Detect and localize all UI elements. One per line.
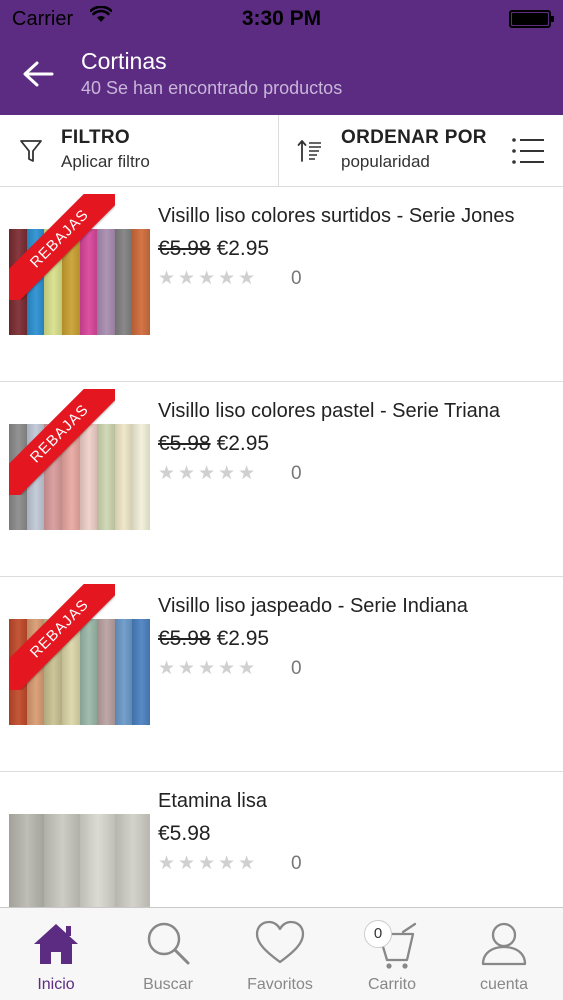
fabric-swatch bbox=[114, 229, 134, 335]
product-price: €5.98 €2.95 bbox=[158, 627, 269, 651]
fabric-swatch bbox=[79, 814, 116, 907]
fabric-swatch bbox=[132, 229, 150, 335]
tab-cuenta[interactable]: cuenta bbox=[448, 908, 560, 1000]
product-name: Etamina lisa bbox=[158, 790, 267, 812]
product-item[interactable]: REBAJAS Visillo liso colores pastel - Se… bbox=[0, 382, 563, 577]
fabric-swatch bbox=[9, 814, 46, 907]
tab-inicio[interactable]: Inicio bbox=[0, 908, 112, 1000]
page-title: Cortinas bbox=[81, 48, 167, 74]
product-list: REBAJAS Visillo liso colores surtidos - … bbox=[0, 187, 563, 907]
product-image bbox=[9, 814, 150, 907]
cart-count-badge: 0 bbox=[364, 920, 392, 948]
sort-title: ORDENAR POR bbox=[341, 127, 487, 148]
sort-button[interactable]: ORDENAR POR popularidad bbox=[280, 115, 563, 187]
tab-bar: Inicio Buscar Favoritos 0 Carrito cuenta bbox=[0, 907, 563, 1000]
sale-ribbon: REBAJAS bbox=[9, 194, 115, 300]
old-price: €5.98 bbox=[158, 237, 211, 260]
tab-label: Buscar bbox=[143, 976, 193, 993]
list-view-icon[interactable] bbox=[511, 133, 545, 169]
rating-count: 0 bbox=[291, 463, 302, 484]
product-price: €5.98 €2.95 bbox=[158, 237, 269, 261]
tab-favoritos[interactable]: Favoritos bbox=[224, 908, 336, 1000]
back-button[interactable] bbox=[18, 54, 58, 94]
filter-subtitle: Aplicar filtro bbox=[61, 152, 150, 171]
tab-buscar[interactable]: Buscar bbox=[112, 908, 224, 1000]
tab-label: Inicio bbox=[37, 976, 75, 993]
fabric-swatch bbox=[114, 619, 134, 725]
tab-carrito[interactable]: 0 Carrito bbox=[336, 908, 448, 1000]
product-name: Visillo liso colores surtidos - Serie Jo… bbox=[158, 205, 515, 227]
rating-stars: ★★★★★ bbox=[158, 268, 259, 289]
product-price: €5.98 €2.95 bbox=[158, 432, 269, 456]
filter-icon bbox=[20, 140, 42, 162]
product-price: €5.98 bbox=[158, 822, 211, 846]
filter-button[interactable]: FILTRO Aplicar filtro bbox=[0, 115, 279, 187]
heart-icon bbox=[255, 920, 305, 964]
tab-label: Favoritos bbox=[247, 976, 313, 993]
nav-header: Cortinas 40 Se han encontrado productos bbox=[0, 38, 563, 115]
old-price: €5.98 bbox=[158, 432, 211, 455]
product-item[interactable]: REBAJAS Visillo liso colores surtidos - … bbox=[0, 187, 563, 382]
sale-price: €2.95 bbox=[216, 432, 270, 455]
product-item[interactable]: REBAJAS Visillo liso jaspeado - Serie In… bbox=[0, 577, 563, 772]
battery-icon bbox=[509, 10, 554, 28]
rating-stars: ★★★★★ bbox=[158, 658, 259, 679]
sale-price: €2.95 bbox=[216, 237, 270, 260]
home-icon bbox=[34, 924, 78, 964]
sale-price: €2.95 bbox=[216, 627, 270, 650]
sale-ribbon: REBAJAS bbox=[9, 389, 115, 495]
product-name: Visillo liso colores pastel - Serie Tria… bbox=[158, 400, 501, 422]
sort-subtitle: popularidad bbox=[341, 152, 430, 171]
rating-count: 0 bbox=[291, 658, 302, 679]
sale-ribbon: REBAJAS bbox=[9, 584, 115, 690]
sort-icon bbox=[297, 140, 321, 162]
user-icon bbox=[481, 922, 527, 966]
tab-label: Carrito bbox=[367, 976, 416, 993]
fabric-swatch bbox=[132, 424, 150, 530]
search-icon bbox=[147, 922, 190, 965]
product-item[interactable]: Etamina lisa €5.98 ★★★★★ 0 bbox=[0, 772, 563, 907]
filter-sort-bar: FILTRO Aplicar filtro ORDENAR POR popula… bbox=[0, 115, 563, 187]
product-name: Visillo liso jaspeado - Serie Indiana bbox=[158, 595, 468, 617]
tab-label: cuenta bbox=[479, 976, 529, 993]
fabric-swatch bbox=[132, 619, 150, 725]
old-price: €5.98 bbox=[158, 627, 211, 650]
status-bar: Carrier 3:30 PM bbox=[0, 0, 563, 38]
clock: 3:30 PM bbox=[241, 7, 322, 30]
rating-stars: ★★★★★ bbox=[158, 463, 259, 484]
rating-count: 0 bbox=[291, 853, 302, 874]
app-header-area: Carrier 3:30 PM Cortinas 40 Se han encon… bbox=[0, 0, 563, 115]
fabric-swatch bbox=[114, 814, 150, 907]
filter-title: FILTRO bbox=[61, 127, 130, 148]
rating-count: 0 bbox=[291, 268, 302, 289]
fabric-swatch bbox=[44, 814, 81, 907]
arrow-left-icon bbox=[23, 61, 54, 87]
fabric-swatch bbox=[114, 424, 134, 530]
rating-stars: ★★★★★ bbox=[158, 853, 259, 874]
results-count: 40 Se han encontrado productos bbox=[81, 78, 343, 98]
sale-price: €5.98 bbox=[158, 822, 211, 845]
